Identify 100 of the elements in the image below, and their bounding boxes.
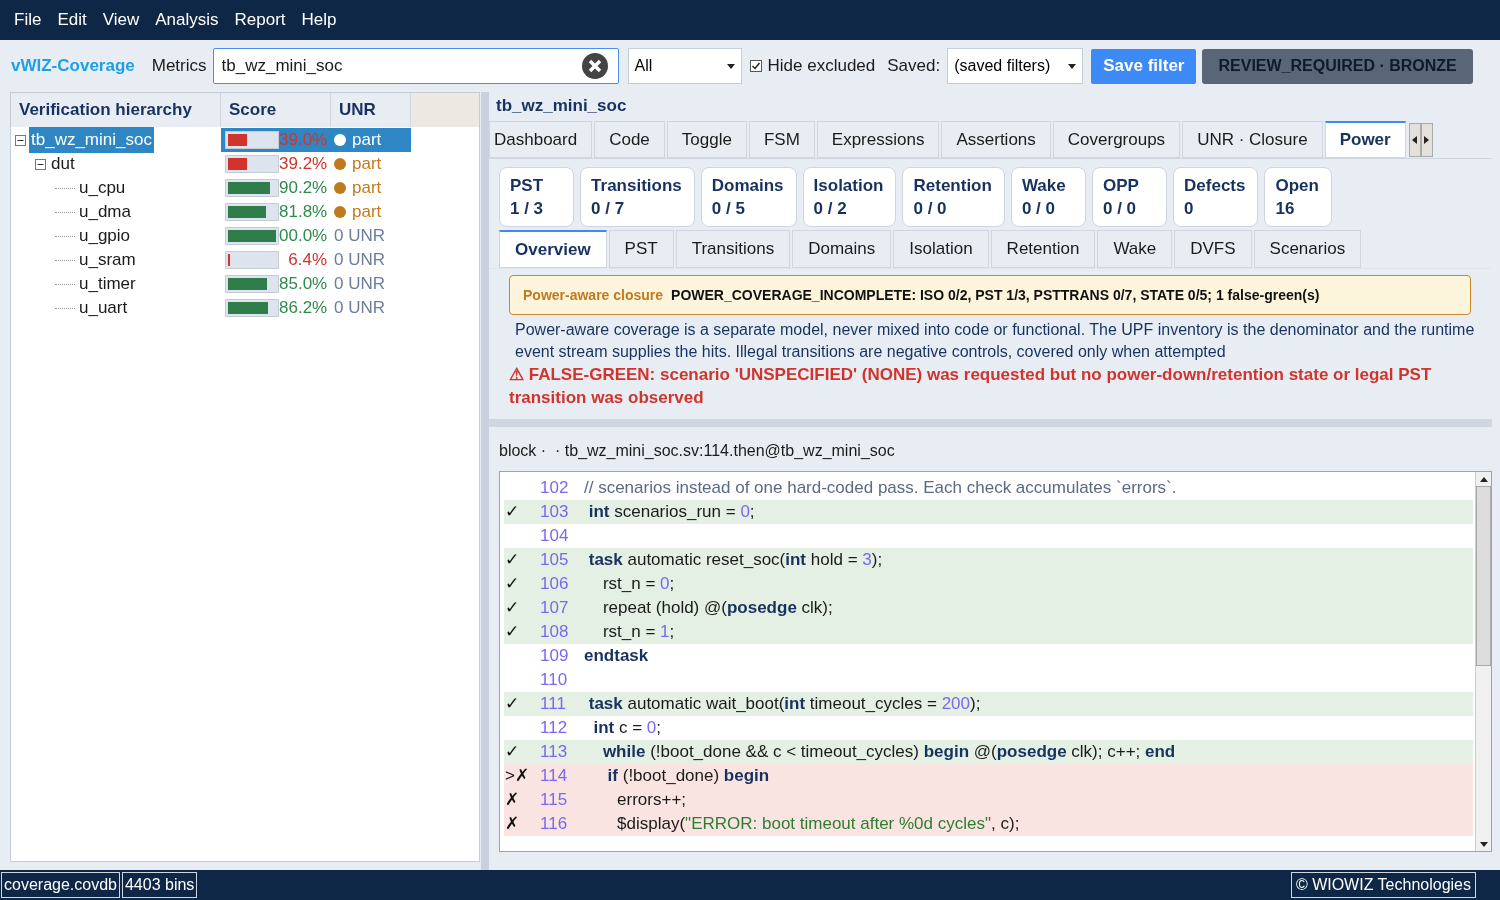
- score-value: 6.4%: [287, 249, 327, 272]
- tab[interactable]: FSM: [748, 121, 815, 158]
- scroll-left-button[interactable]: [1408, 123, 1421, 157]
- tree-node[interactable]: dut: [49, 151, 77, 177]
- line-number: 104: [539, 525, 570, 548]
- coverage-mark: >✗: [505, 766, 529, 786]
- stat-label: Wake: [1021, 175, 1067, 197]
- menu-item[interactable]: Report: [226, 7, 294, 33]
- stat-value: 1 / 3: [510, 198, 545, 220]
- tree-node[interactable]: u_cpu: [77, 175, 128, 201]
- code-text: errors++;: [616, 789, 687, 812]
- line-number: 107: [539, 597, 570, 620]
- line-number: 111: [539, 693, 567, 716]
- menu-item[interactable]: Edit: [49, 7, 95, 33]
- tab[interactable]: Covergroups: [1052, 121, 1181, 158]
- subtab[interactable]: Wake: [1097, 230, 1173, 268]
- tab[interactable]: Code: [594, 121, 665, 158]
- tree-node[interactable]: u_timer: [77, 271, 138, 297]
- menu-item[interactable]: Analysis: [147, 7, 227, 33]
- stat-label: OPP: [1102, 175, 1140, 197]
- tree-node[interactable]: u_sram: [77, 247, 138, 273]
- subtab[interactable]: Isolation: [893, 230, 989, 268]
- saved-filters-select[interactable]: (saved filters): [947, 48, 1084, 84]
- clear-icon[interactable]: [580, 52, 609, 80]
- subtab[interactable]: DVFS: [1174, 230, 1252, 268]
- filter-select[interactable]: All: [627, 48, 742, 84]
- menu-item[interactable]: File: [6, 7, 50, 33]
- code-text: task automatic reset_soc(int hold = 3);: [587, 549, 883, 572]
- app-name: vWIZ-Coverage: [11, 55, 135, 78]
- stat-value: 0 / 0: [1021, 198, 1056, 220]
- status-bins: 4403 bins: [121, 872, 198, 898]
- status-copyright: © WIOWIZ Technologies: [1290, 872, 1476, 898]
- verdict-badge: REVIEW_REQUIRED · BRONZE: [1202, 48, 1473, 84]
- line-number: 110: [539, 669, 569, 692]
- code-text: int c = 0;: [592, 717, 662, 740]
- subtab[interactable]: Overview: [499, 230, 607, 268]
- saved-label: Saved:: [887, 55, 941, 78]
- code-text: while (!boot_done && c < timeout_cycles) begin @(posedge clk); c++; end: [601, 741, 1176, 764]
- tree-node[interactable]: u_gpio: [77, 223, 133, 249]
- up-arrow-icon[interactable]: [1479, 476, 1488, 482]
- score-value: 85.0%: [279, 273, 327, 296]
- description-text: Power-aware coverage is a separate model, never mixed into code or functional. The UPF inventory is the denominator and the runtime event stream supplies the hits. Illegal transitions are negative controls, covered only when attempted: [515, 320, 1476, 362]
- dropdown-icon: [1068, 63, 1077, 69]
- hide-excluded-checkbox[interactable]: [749, 60, 762, 72]
- down-arrow-icon[interactable]: [1479, 841, 1488, 847]
- unr-value: part: [352, 153, 382, 176]
- menu-item[interactable]: View: [94, 7, 148, 33]
- tab[interactable]: Expressions: [816, 121, 940, 158]
- banner-message: POWER_COVERAGE_INCOMPLETE: ISO 0/2, PST 1/3, PSTTRANS 0/7, STATE 0/5; 1 false-green(s): [671, 285, 1320, 305]
- subtab[interactable]: Domains: [792, 230, 892, 268]
- banner-label: Power-aware closure: [523, 285, 664, 305]
- tab[interactable]: Dashboard: [489, 121, 593, 158]
- tree-node[interactable]: u_uart: [77, 295, 130, 321]
- source-path: block · · tb_wz_mini_soc.sv:114.then@tb_wz_mini_soc: [499, 441, 896, 461]
- scrollbar[interactable]: [1475, 472, 1491, 851]
- coverage-mark: ✓: [505, 622, 519, 642]
- collapse-icon[interactable]: [15, 134, 26, 146]
- code-text: endtask: [584, 645, 649, 668]
- search-field[interactable]: tb_wz_mini_soc: [212, 48, 619, 84]
- scrollbar-thumb[interactable]: [1476, 486, 1491, 666]
- line-number: 114: [539, 765, 569, 788]
- column-header[interactable]: Score: [221, 93, 331, 127]
- code-text: // scenarios instead of one hard-coded pass. Each check accumulates `errors`.: [584, 477, 1177, 500]
- stat-label: Isolation: [813, 175, 885, 197]
- subtab[interactable]: PST: [608, 230, 674, 268]
- tab[interactable]: Assertions: [941, 121, 1051, 158]
- stat-label: PST: [510, 175, 545, 197]
- tab[interactable]: Power: [1324, 121, 1406, 158]
- tree-node[interactable]: u_dma: [77, 199, 133, 225]
- right-arrow-icon[interactable]: [1424, 136, 1430, 144]
- line-number: 103: [539, 501, 570, 524]
- score-value: 86.2%: [279, 297, 327, 320]
- tab[interactable]: UNR · Closure: [1182, 121, 1323, 158]
- column-header[interactable]: UNR: [331, 93, 411, 127]
- unr-value: part: [352, 177, 382, 200]
- code-text: rst_n = 1;: [601, 621, 675, 644]
- subtab[interactable]: Scenarios: [1253, 230, 1362, 268]
- subtab[interactable]: Transitions: [675, 230, 791, 268]
- subtab[interactable]: Retention: [990, 230, 1096, 268]
- left-arrow-icon[interactable]: [1412, 136, 1418, 144]
- menu-item[interactable]: Help: [293, 7, 345, 33]
- line-number: 108: [539, 621, 570, 644]
- tab[interactable]: Toggle: [666, 121, 747, 158]
- stat-value: 0 / 2: [813, 198, 848, 220]
- line-number: 105: [539, 549, 570, 572]
- status-file: coverage.covdb: [1, 872, 120, 898]
- column-header[interactable]: Verification hierarchy: [11, 93, 221, 127]
- coverage-mark: ✓: [505, 550, 519, 570]
- line-number: 106: [539, 573, 570, 596]
- tree-node[interactable]: tb_wz_mini_soc: [29, 127, 154, 153]
- checkbox-label: Hide excluded: [767, 55, 876, 78]
- unr-value: part: [352, 129, 382, 152]
- line-number: 116: [539, 813, 569, 836]
- detail-title: tb_wz_mini_soc: [495, 95, 628, 118]
- code-text: repeat (hold) @(posedge clk);: [601, 597, 833, 620]
- stat-label: Transitions: [591, 175, 683, 197]
- code-text: $display("ERROR: boot timeout after %0d cycles", c);: [616, 813, 1020, 836]
- collapse-icon[interactable]: [35, 158, 46, 170]
- stat-label: Domains: [711, 175, 785, 197]
- unr-value: 0 UNR: [334, 225, 385, 248]
